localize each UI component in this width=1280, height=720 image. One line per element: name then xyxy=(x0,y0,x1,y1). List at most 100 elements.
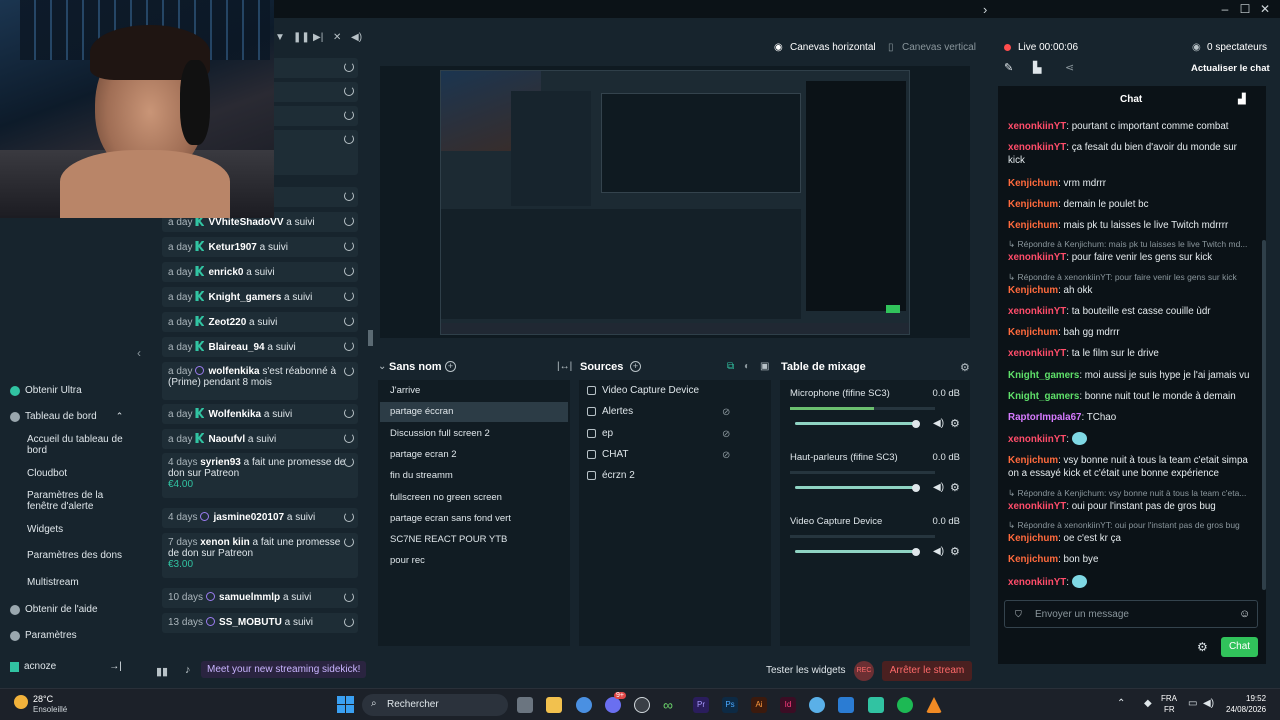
replay-icon[interactable] xyxy=(344,291,354,301)
event-item[interactable]: a day wolfenkika s'est réabonné à (Prime)… xyxy=(162,362,358,400)
pause-icon[interactable]: ❚❚ xyxy=(293,32,310,43)
chat-username[interactable]: xenonkiinYT xyxy=(1008,121,1066,132)
vlc-icon[interactable] xyxy=(926,697,942,713)
nav-cloudbot[interactable]: Cloudbot xyxy=(27,468,67,479)
volume-slider-knob[interactable] xyxy=(912,483,921,492)
volume-slider-knob[interactable] xyxy=(912,547,921,556)
infinity-app-icon[interactable]: ∞ xyxy=(663,697,679,713)
windows-start-icon[interactable] xyxy=(337,696,355,714)
chat-username[interactable]: Knight_gamers xyxy=(1008,391,1079,402)
scene-item[interactable]: fullscreen no green screen xyxy=(380,488,568,508)
file-explorer-icon[interactable] xyxy=(546,697,562,713)
discord-icon[interactable] xyxy=(605,697,621,713)
chevron-right-icon[interactable]: › xyxy=(983,2,987,17)
volume-slider-knob[interactable] xyxy=(912,419,921,428)
minimize-button[interactable]: – xyxy=(1218,2,1232,16)
replay-icon[interactable] xyxy=(344,512,354,522)
chat-settings-gear-icon[interactable]: ⚙ xyxy=(1197,640,1208,654)
source-item[interactable]: ep xyxy=(587,428,737,439)
chat-username[interactable]: Kenjichum xyxy=(1008,327,1058,338)
scene-item[interactable]: SC7NE REACT POUR YTB xyxy=(380,530,568,550)
tray-app-icon[interactable]: ◆ xyxy=(1144,698,1152,709)
left-splitter[interactable] xyxy=(370,330,373,346)
chat-username[interactable]: xenonkiinYT xyxy=(1008,501,1066,512)
chat-username[interactable]: RaptorImpala67 xyxy=(1008,412,1082,423)
nav-widgets[interactable]: Widgets xyxy=(27,524,63,535)
mute-alerts-icon[interactable]: ✕ xyxy=(333,32,341,43)
speaker-icon[interactable]: ◀) xyxy=(1203,698,1214,709)
edit-icon[interactable]: ✎ xyxy=(1004,61,1013,74)
replay-icon[interactable] xyxy=(344,316,354,326)
source-item[interactable]: écrzn 2 xyxy=(587,470,737,481)
replay-icon[interactable] xyxy=(344,241,354,251)
source-item[interactable]: CHAT xyxy=(587,449,737,460)
chat-username[interactable]: Kenjichum xyxy=(1008,554,1058,565)
source-item[interactable]: Video Capture Device xyxy=(587,385,737,396)
speaker-mute-icon[interactable]: ◀) xyxy=(933,418,944,429)
sources-lock-icon[interactable]: ◐ xyxy=(744,361,750,372)
nav-dashboard-home[interactable]: Accueil du tableau de bord xyxy=(27,434,127,456)
chat-username[interactable]: xenonkiinYT xyxy=(1008,306,1066,317)
event-item[interactable]: a day Blaireau_94 a suivi xyxy=(162,337,358,357)
chat-scrollbar[interactable] xyxy=(1262,240,1266,590)
nav-multistream[interactable]: Multistream xyxy=(27,577,79,588)
nav-settings[interactable]: Paramètres xyxy=(10,630,77,641)
volume-slider[interactable] xyxy=(795,547,921,556)
collapse-chevron-icon[interactable]: ‹ xyxy=(137,346,141,360)
chat-input[interactable]: ⛉ Envoyer un message ☺ xyxy=(1004,600,1258,628)
source-item[interactable]: Alertes xyxy=(587,406,737,417)
chat-username[interactable]: Kenjichum xyxy=(1008,199,1058,210)
obs-icon[interactable] xyxy=(634,697,650,713)
sidekick-banner[interactable]: Meet your new streaming sidekick! xyxy=(201,661,367,678)
replay-icon[interactable] xyxy=(344,110,354,120)
add-source-icon[interactable]: + xyxy=(630,361,641,372)
scene-transition-icon[interactable]: |↔| xyxy=(557,361,572,372)
chat-username[interactable]: Kenjichum xyxy=(1008,533,1058,544)
chat-username[interactable]: Kenjichum xyxy=(1008,220,1058,231)
event-item[interactable]: 10 days samuelmmlp a suivi xyxy=(162,588,358,608)
nav-user[interactable]: acnoze →| xyxy=(10,661,122,672)
replay-icon[interactable] xyxy=(344,86,354,96)
weather-temp[interactable]: 28°C xyxy=(33,694,53,704)
share-icon[interactable]: ⋖ xyxy=(1065,61,1074,74)
mixer-settings-gear-icon[interactable]: ⚙ xyxy=(960,361,970,374)
chrome-icon[interactable] xyxy=(576,697,592,713)
scene-item[interactable]: J'arrive xyxy=(380,381,568,401)
channel-settings-gear-icon[interactable]: ⚙ xyxy=(950,481,960,494)
record-button[interactable]: REC xyxy=(854,661,874,681)
chat-username[interactable]: xenonkiinYT xyxy=(1008,434,1066,445)
volume-slider[interactable] xyxy=(795,419,921,428)
scene-item[interactable]: pour rec xyxy=(380,551,568,571)
replay-icon[interactable] xyxy=(344,191,354,201)
indesign-icon[interactable]: Id xyxy=(780,697,796,713)
refresh-chat-button[interactable]: Actualiser le chat xyxy=(1191,63,1270,74)
spotify-icon[interactable] xyxy=(897,697,913,713)
sources-folder-icon[interactable]: ▣ xyxy=(760,361,769,372)
speaker-mute-icon[interactable]: ◀) xyxy=(933,482,944,493)
filter-icon[interactable]: ▼ xyxy=(275,32,285,43)
event-item[interactable]: a day enrick0 a suivi xyxy=(162,262,358,282)
taskbar-search[interactable]: ⌕ Rechercher xyxy=(362,694,508,716)
replay-icon[interactable] xyxy=(344,617,354,627)
replay-icon[interactable] xyxy=(344,433,354,443)
reply-hint[interactable]: ↳ Répondre à xenonkiinYT: oui pour l'ins… xyxy=(1008,520,1256,531)
reply-hint[interactable]: ↳ Répondre à Kenjichum: vsy bonne nuit à… xyxy=(1008,488,1256,499)
visibility-hidden-icon[interactable]: ⊘ xyxy=(722,429,730,440)
replay-icon[interactable] xyxy=(344,366,354,376)
visibility-hidden-icon[interactable]: ⊘ xyxy=(722,450,730,461)
scene-item[interactable]: Discussion full screen 2 xyxy=(380,424,568,444)
event-item[interactable]: 4 days syrien93 a fait une promesse de d… xyxy=(162,453,358,498)
bell-icon[interactable]: ♪ xyxy=(185,664,191,676)
canvas-horizontal-tab[interactable]: Canevas horizontal xyxy=(790,42,876,53)
event-item[interactable]: a day Ketur1907 a suivi xyxy=(162,237,358,257)
scene-item[interactable]: partage éccran xyxy=(380,402,568,423)
canvas-vertical-tab[interactable]: Canevas vertical xyxy=(902,42,976,53)
chat-username[interactable]: Knight_gamers xyxy=(1008,370,1079,381)
nav-alert-box-settings[interactable]: Paramètres de la fenêtre d'alerte xyxy=(27,490,127,512)
chat-stats-icon[interactable]: ▟ xyxy=(1238,94,1246,105)
event-item[interactable]: 13 days SS_MOBUTU a suivi xyxy=(162,613,358,633)
language-primary[interactable]: FRA xyxy=(1161,694,1177,703)
illustrator-icon[interactable]: Ai xyxy=(751,697,767,713)
maximize-button[interactable]: ☐ xyxy=(1238,2,1252,16)
event-item[interactable]: a day Wolfenkika a suivi xyxy=(162,404,358,424)
